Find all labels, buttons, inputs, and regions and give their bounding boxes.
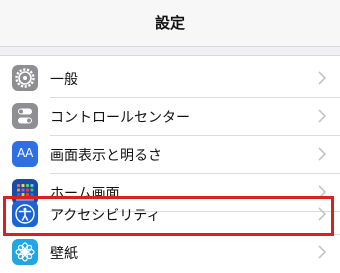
settings-item-accessibility[interactable]: アクセシビリティ bbox=[0, 196, 340, 232]
settings-item-control-center[interactable]: コントロールセンター bbox=[0, 98, 340, 134]
wallpaper-flower-icon bbox=[12, 239, 38, 265]
page-title: 設定 bbox=[154, 14, 185, 32]
settings-item-general[interactable]: 一般 bbox=[0, 60, 340, 96]
settings-item-display-brightness[interactable]: AA 画面表示と明るさ bbox=[0, 136, 340, 172]
settings-item-label: 一般 bbox=[50, 72, 78, 88]
chevron-right-icon bbox=[318, 71, 326, 85]
gear-icon bbox=[12, 65, 38, 91]
chevron-right-icon bbox=[318, 245, 326, 259]
settings-item-label: アクセシビリティ bbox=[50, 208, 161, 224]
settings-item-wallpaper[interactable]: 壁紙 bbox=[0, 234, 340, 270]
settings-item-label: 画面表示と明るさ bbox=[50, 148, 162, 164]
settings-item-label: 壁紙 bbox=[50, 246, 78, 262]
navigation-bar: 設定 bbox=[0, 0, 340, 47]
chevron-right-icon bbox=[318, 207, 326, 221]
chevron-right-icon bbox=[318, 109, 326, 123]
chevron-right-icon bbox=[318, 147, 326, 161]
display-text-size-icon: AA bbox=[12, 141, 38, 167]
accessibility-icon bbox=[12, 201, 38, 227]
section-gap bbox=[0, 47, 340, 56]
settings-item-label: コントロールセンター bbox=[50, 110, 190, 126]
toggles-icon bbox=[12, 103, 38, 129]
